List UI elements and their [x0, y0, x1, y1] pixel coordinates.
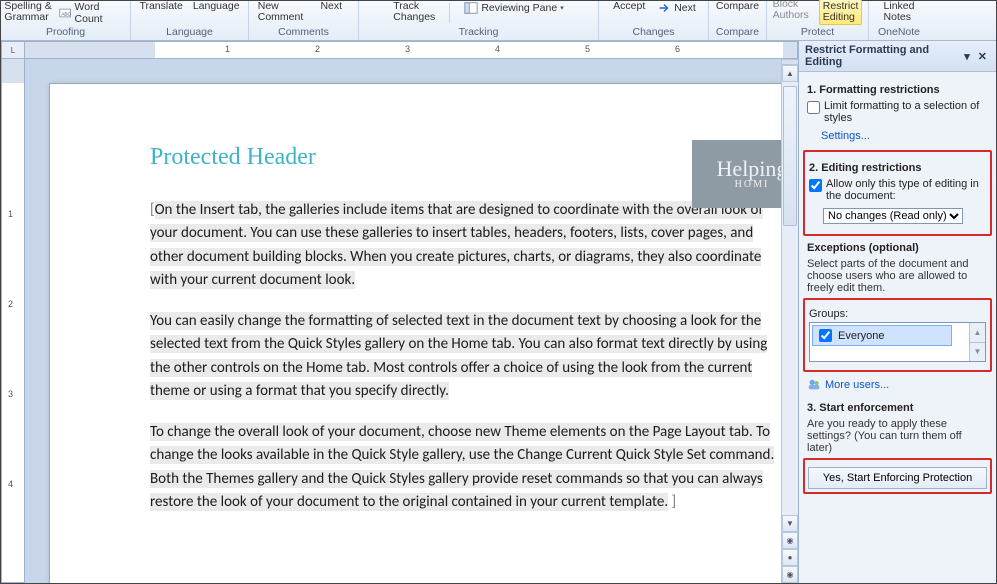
- word-count-button[interactable]: ABC Word Count: [59, 1, 124, 25]
- allow-editing-input[interactable]: [809, 179, 822, 192]
- next-page-button[interactable]: ◉: [782, 566, 798, 583]
- editing-type-select[interactable]: No changes (Read only): [823, 208, 963, 224]
- groups-highlight: Groups: Everyone ▲▼: [803, 298, 992, 372]
- track-changes-button[interactable]: Track Changes: [393, 1, 435, 23]
- comment-next-button[interactable]: Next: [313, 1, 349, 12]
- enforce-highlight: Yes, Start Enforcing Protection: [803, 458, 992, 494]
- document-page[interactable]: Helping HOMI Protected Header [On the In…: [49, 83, 781, 583]
- listbox-scroll[interactable]: ▲▼: [969, 323, 985, 361]
- ribbon-group-changes: Accept Next Changes: [599, 1, 709, 40]
- start-enforcing-button[interactable]: Yes, Start Enforcing Protection: [808, 467, 987, 489]
- new-comment-button[interactable]: New Comment: [258, 1, 304, 23]
- wordcount-icon: ABC: [59, 6, 71, 20]
- document-scroll-area[interactable]: CTRL-A select entire dcument Helping HOM…: [25, 59, 781, 583]
- page-title: Protected Header: [150, 144, 781, 171]
- paragraph-3[interactable]: To change the overall look of your docum…: [150, 421, 781, 514]
- next-arrow-icon: [657, 1, 671, 15]
- section-3-desc: Are you ready to apply these settings? (…: [807, 418, 988, 454]
- browse-object-button[interactable]: ●: [782, 549, 798, 566]
- spelling-grammar-button[interactable]: Spelling & Grammar: [7, 1, 49, 23]
- section-1-title: 1. Formatting restrictions: [807, 84, 988, 96]
- reviewing-pane-icon: [464, 1, 478, 15]
- limit-formatting-input[interactable]: [807, 101, 820, 114]
- paragraph-2[interactable]: You can easily change the formatting of …: [150, 310, 781, 403]
- ribbon-group-language: Translate Language Language: [131, 1, 249, 40]
- ribbon-group-comments: New Comment Next Comments: [249, 1, 359, 40]
- groups-listbox[interactable]: Everyone ▲▼: [809, 322, 986, 362]
- restrict-editing-pane: Restrict Formatting and Editing ▾ ✕ 1. F…: [798, 41, 996, 583]
- vertical-ruler[interactable]: 1 2 3 4: [1, 59, 25, 583]
- pane-title: Restrict Formatting and Editing: [805, 44, 961, 68]
- ribbon-group-compare: Compare Compare: [709, 1, 767, 40]
- ribbon-group-protect: Block Authors Restrict Editing Protect: [767, 1, 869, 40]
- scroll-track[interactable]: [782, 82, 798, 515]
- pane-close-button[interactable]: ✕: [975, 50, 990, 63]
- pane-menu-icon[interactable]: ▾: [961, 50, 973, 63]
- users-icon: [807, 378, 821, 392]
- paragraph-1[interactable]: [On the Insert tab, the galleries includ…: [150, 199, 781, 292]
- workspace: L 1 2 3 4 5 6 1 2 3 4: [1, 41, 996, 583]
- translate-button[interactable]: Translate: [139, 1, 182, 12]
- ribbon: Spelling & Grammar ABC Word Count Proofi…: [1, 1, 996, 41]
- document-area: L 1 2 3 4 5 6 1 2 3 4: [1, 41, 798, 583]
- exceptions-title: Exceptions (optional): [807, 242, 988, 254]
- exceptions-desc: Select parts of the document and choose …: [807, 258, 988, 294]
- ruler-corner[interactable]: L: [1, 41, 25, 59]
- allow-editing-checkbox[interactable]: Allow only this type of editing in the d…: [809, 178, 986, 202]
- group-everyone-item[interactable]: Everyone: [812, 325, 952, 346]
- changes-next-button[interactable]: Next: [657, 1, 696, 15]
- section-2-highlight: 2. Editing restrictions Allow only this …: [803, 150, 992, 236]
- horizontal-ruler[interactable]: 1 2 3 4 5 6: [25, 41, 798, 59]
- ribbon-group-proofing: Spelling & Grammar ABC Word Count Proofi…: [1, 1, 131, 40]
- vertical-ruler-col: 1 2 3 4: [1, 59, 25, 583]
- groups-label: Groups:: [809, 308, 986, 320]
- linked-notes-button[interactable]: Linked Notes: [881, 1, 917, 23]
- settings-link[interactable]: Settings...: [821, 130, 870, 142]
- svg-text:ABC: ABC: [61, 11, 71, 16]
- scroll-thumb[interactable]: [783, 86, 797, 226]
- limit-formatting-checkbox[interactable]: Limit formatting to a selection of style…: [807, 100, 988, 124]
- horizontal-ruler-row: L 1 2 3 4 5 6: [1, 41, 798, 59]
- scroll-up-button[interactable]: ▲: [782, 65, 798, 82]
- logo-badge: Helping HOMI: [692, 140, 781, 208]
- scroll-down-button[interactable]: ▼: [782, 515, 798, 532]
- ribbon-group-tracking: Track Changes Reviewing Pane ▾ Tracking: [359, 1, 599, 40]
- more-users-link[interactable]: More users...: [825, 379, 889, 391]
- block-authors-button[interactable]: Block Authors: [773, 0, 809, 21]
- compare-button[interactable]: Compare: [716, 1, 759, 12]
- restrict-editing-button[interactable]: Restrict Editing: [819, 0, 863, 25]
- accept-button[interactable]: Accept: [611, 1, 647, 12]
- vertical-scrollbar[interactable]: ▲ ▼ ◉ ● ◉: [781, 59, 798, 583]
- section-2-title: 2. Editing restrictions: [809, 162, 986, 174]
- pane-header: Restrict Formatting and Editing ▾ ✕: [799, 41, 996, 72]
- group-everyone-checkbox[interactable]: [819, 329, 832, 342]
- ribbon-group-onenote: Linked Notes OneNote: [869, 1, 929, 40]
- language-button[interactable]: Language: [193, 1, 240, 12]
- section-3-title: 3. Start enforcement: [807, 402, 988, 414]
- reviewing-pane-button[interactable]: Reviewing Pane ▾: [464, 1, 563, 15]
- prev-page-button[interactable]: ◉: [782, 532, 798, 549]
